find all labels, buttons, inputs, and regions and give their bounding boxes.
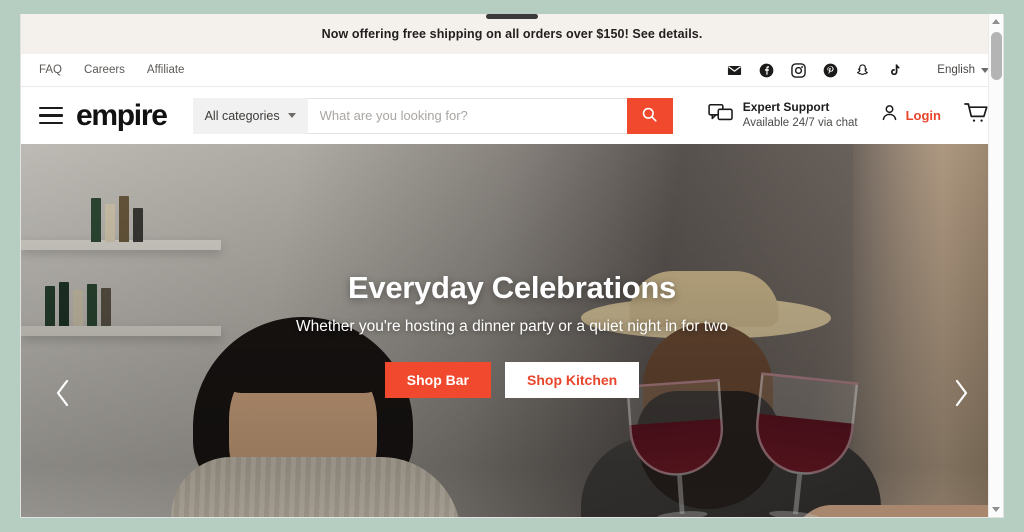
hamburger-menu-icon[interactable] [39,106,63,125]
utility-right-group: English [727,62,989,78]
utility-bar: FAQ Careers Affiliate English [21,54,1003,87]
scroll-down-arrow-icon[interactable] [989,502,1003,517]
hero-carousel: Everyday Celebrations Whether you're hos… [21,144,1003,517]
announcement-text: Now offering free shipping on all orders… [321,27,703,41]
chevron-down-icon [287,113,296,118]
pinterest-icon[interactable] [823,63,838,78]
scroll-up-arrow-icon[interactable] [989,14,1003,29]
instagram-icon[interactable] [791,62,807,78]
email-icon[interactable] [727,63,742,78]
site-logo[interactable]: empire [76,100,168,131]
snapchat-icon[interactable] [855,63,870,78]
cart-button[interactable] [963,101,989,130]
chevron-right-icon [950,377,972,414]
hero-title: Everyday Celebrations [348,270,676,305]
header-actions: Expert Support Available 24/7 via chat L… [708,100,989,130]
search-bar: All categories [192,97,673,134]
site-header: empire All categories What are you looki… [21,87,1003,144]
vertical-scrollbar[interactable] [988,14,1003,517]
language-selected-label: English [937,64,975,76]
hero-subtitle: Whether you're hosting a dinner party or… [295,318,729,335]
search-icon [641,106,658,126]
login-label: Login [905,107,941,123]
utility-link-careers[interactable]: Careers [84,64,125,76]
utility-link-faq[interactable]: FAQ [39,64,62,76]
category-dropdown-label: All categories [204,108,280,123]
tiktok-icon[interactable] [887,63,902,78]
search-submit-button[interactable] [626,97,673,134]
search-input[interactable] [307,97,627,134]
expert-support-text: Expert Support Available 24/7 via chat [743,100,858,130]
facebook-icon[interactable] [759,63,774,78]
utility-links: FAQ Careers Affiliate [39,64,184,76]
expert-support-subtitle: Available 24/7 via chat [742,116,858,129]
shopping-cart-icon [963,101,989,130]
hero-cta-group: Shop Bar Shop Kitchen [21,362,1003,398]
user-icon [880,103,899,127]
chat-bubbles-icon [708,102,734,129]
login-link[interactable]: Login [880,103,941,127]
shop-kitchen-button[interactable]: Shop Kitchen [505,362,640,398]
hero-content: Everyday Celebrations Whether you're hos… [21,270,1003,398]
expert-support-title: Expert Support [742,100,830,115]
browser-viewport: Now offering free shipping on all orders… [20,14,1004,518]
category-dropdown[interactable]: All categories [192,97,308,134]
shop-bar-button[interactable]: Shop Bar [384,362,491,398]
carousel-next-button[interactable] [941,376,981,416]
language-selector[interactable]: English [937,64,989,76]
carousel-prev-button[interactable] [43,376,83,416]
window-drag-handle[interactable] [486,14,538,19]
utility-link-affiliate[interactable]: Affiliate [147,64,185,76]
chevron-left-icon [52,377,74,414]
scrollbar-thumb[interactable] [991,32,1002,80]
expert-support-link[interactable]: Expert Support Available 24/7 via chat [708,100,858,130]
announcement-bar: Now offering free shipping on all orders… [21,14,1003,54]
